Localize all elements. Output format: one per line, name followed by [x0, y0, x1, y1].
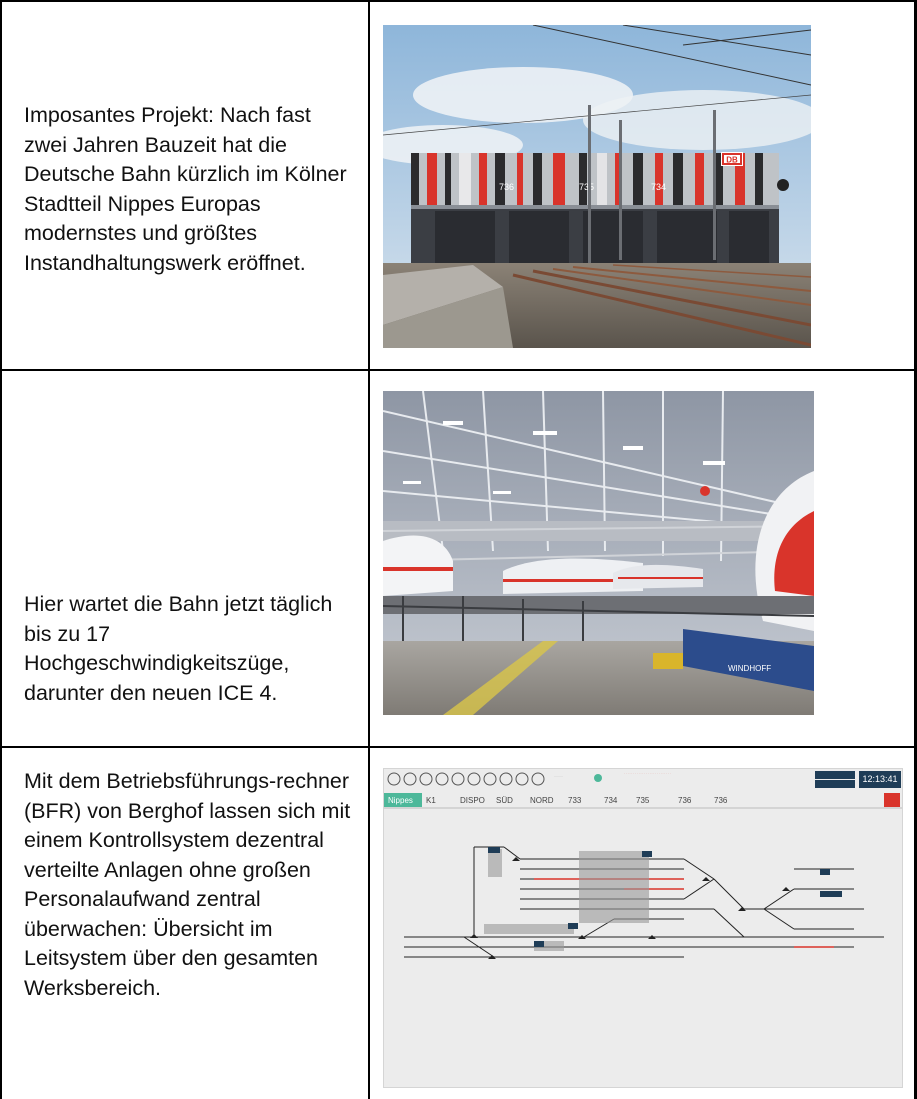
row-3-caption: Mit dem Betriebsführungs-rechner (BFR) v… — [24, 769, 351, 1000]
row-1-caption: Imposantes Projekt: Nach fast zwei Jahre… — [24, 103, 347, 275]
table-row-divider-2 — [0, 746, 917, 748]
table-row-divider-1 — [0, 369, 917, 371]
db-logo: DB — [726, 156, 738, 165]
tab-733[interactable]: 733 — [568, 796, 582, 805]
windhoff-sign: WINDHOFF — [728, 664, 771, 673]
tab-736a[interactable]: 736 — [678, 796, 692, 805]
svg-text:· · · · · · · · · · · · · · ·: · · · · · · · · · · · · · · · · · · · · … — [624, 771, 671, 775]
row-2-caption: Hier wartet die Bahn jetzt täglich bis z… — [24, 592, 333, 705]
depot-exterior-photo: DB 736 735 734 — [383, 25, 811, 348]
table-column-divider — [368, 0, 370, 1099]
tab-dispo[interactable]: DISPO — [460, 796, 485, 805]
track-number-736: 736 — [499, 182, 514, 192]
svg-text:·········: ········· — [554, 774, 563, 778]
table-border-left — [0, 0, 2, 1099]
track-number-734: 734 — [651, 182, 666, 192]
control-system-screenshot: ········· · · · · · · · · · · · · · · · … — [383, 768, 903, 1088]
tab-nord[interactable]: NORD — [530, 796, 554, 805]
tab-sued[interactable]: SÜD — [496, 796, 513, 805]
tab-734[interactable]: 734 — [604, 796, 618, 805]
track-number-735: 735 — [579, 182, 594, 192]
tab-k1[interactable]: K1 — [426, 796, 436, 805]
table-border-top — [0, 0, 917, 2]
tab-735[interactable]: 735 — [636, 796, 650, 805]
tab-nippes[interactable]: Nippes — [388, 796, 413, 805]
ice-trains-hall-photo: WINDHOFF — [383, 391, 814, 715]
tab-736b[interactable]: 736 — [714, 796, 728, 805]
clock-display: 12:13:41 — [862, 774, 897, 784]
